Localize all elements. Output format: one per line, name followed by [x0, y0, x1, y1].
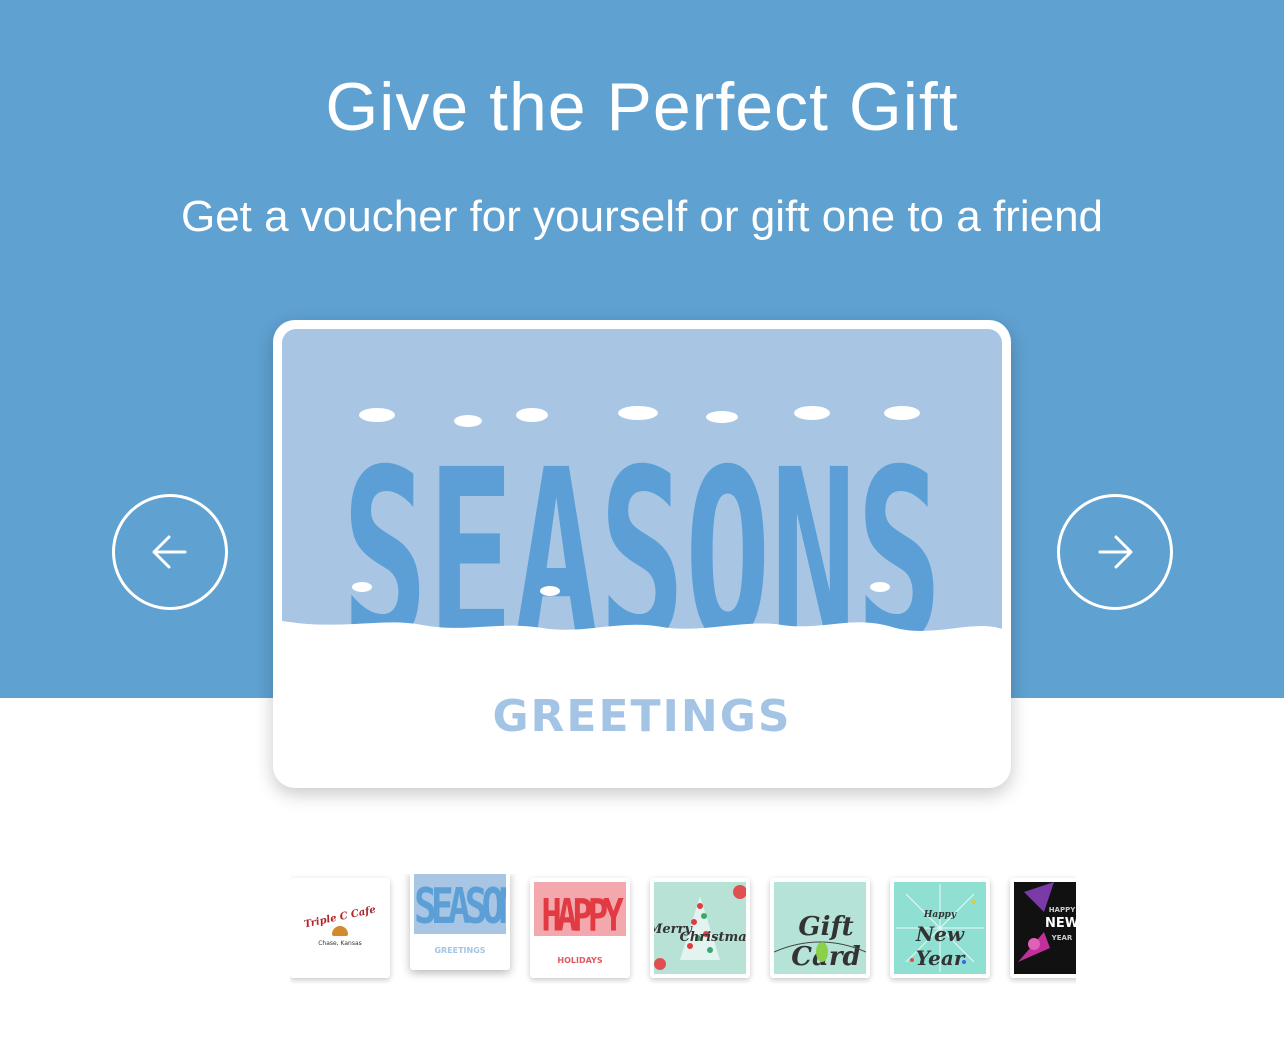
previous-card-button[interactable] [112, 494, 228, 610]
thumbnail-subtext: NEW [1044, 916, 1076, 931]
thumbnail-subtext: HOLIDAYS [557, 956, 603, 965]
thumbnail-text: SEASON [414, 877, 506, 935]
burger-icon [332, 926, 348, 936]
arrow-right-icon [1098, 535, 1133, 569]
thumbnail-text: HAPPY [1048, 906, 1076, 914]
thumbnail-subtext: New Year [915, 922, 965, 970]
thumbnail-subtext-2: YEAR [1051, 934, 1073, 942]
thumbnail-happy-holidays[interactable]: HAPPY HOLIDAYS [530, 878, 630, 978]
arrow-left-icon [152, 535, 187, 569]
thumbnail-text: HAPPY [541, 890, 623, 942]
card-greeting-text: GREETINGS [492, 691, 792, 742]
page-subtitle: Get a voucher for yourself or gift one t… [180, 192, 1104, 241]
thumbnail-happy-new-year-dark[interactable]: HAPPY NEW YEAR [1010, 878, 1076, 978]
gift-card-artwork: SEASONS GREETINGS [282, 329, 1002, 779]
thumbnail-subtext: Chase, Kansas [318, 940, 362, 947]
selected-gift-card[interactable]: SEASONS GREETINGS [273, 320, 1011, 788]
next-card-button[interactable] [1057, 494, 1173, 610]
thumbnail-merry-christmas[interactable]: Merry Christmas [650, 878, 750, 978]
thumbnail-triple-c-cafe[interactable]: Triple C Cafe Chase, Kansas [290, 878, 390, 978]
thumbnail-gift-card[interactable]: Gift Card [770, 878, 870, 978]
thumbnail-subtext: Christmas [679, 930, 746, 945]
page-title: Give the Perfect Gift [325, 69, 959, 145]
string-lights-icon [774, 941, 866, 962]
thumbnail-happy-new-year[interactable]: Happy New Year [890, 878, 990, 978]
card-thumbnail-strip: Triple C Cafe Chase, Kansas SEASON GREET… [290, 874, 1076, 984]
thumbnail-text: Happy [923, 910, 957, 920]
thumbnail-seasons-greetings[interactable]: SEASON GREETINGS [410, 874, 510, 970]
thumbnail-subtext: GREETINGS [434, 946, 486, 955]
